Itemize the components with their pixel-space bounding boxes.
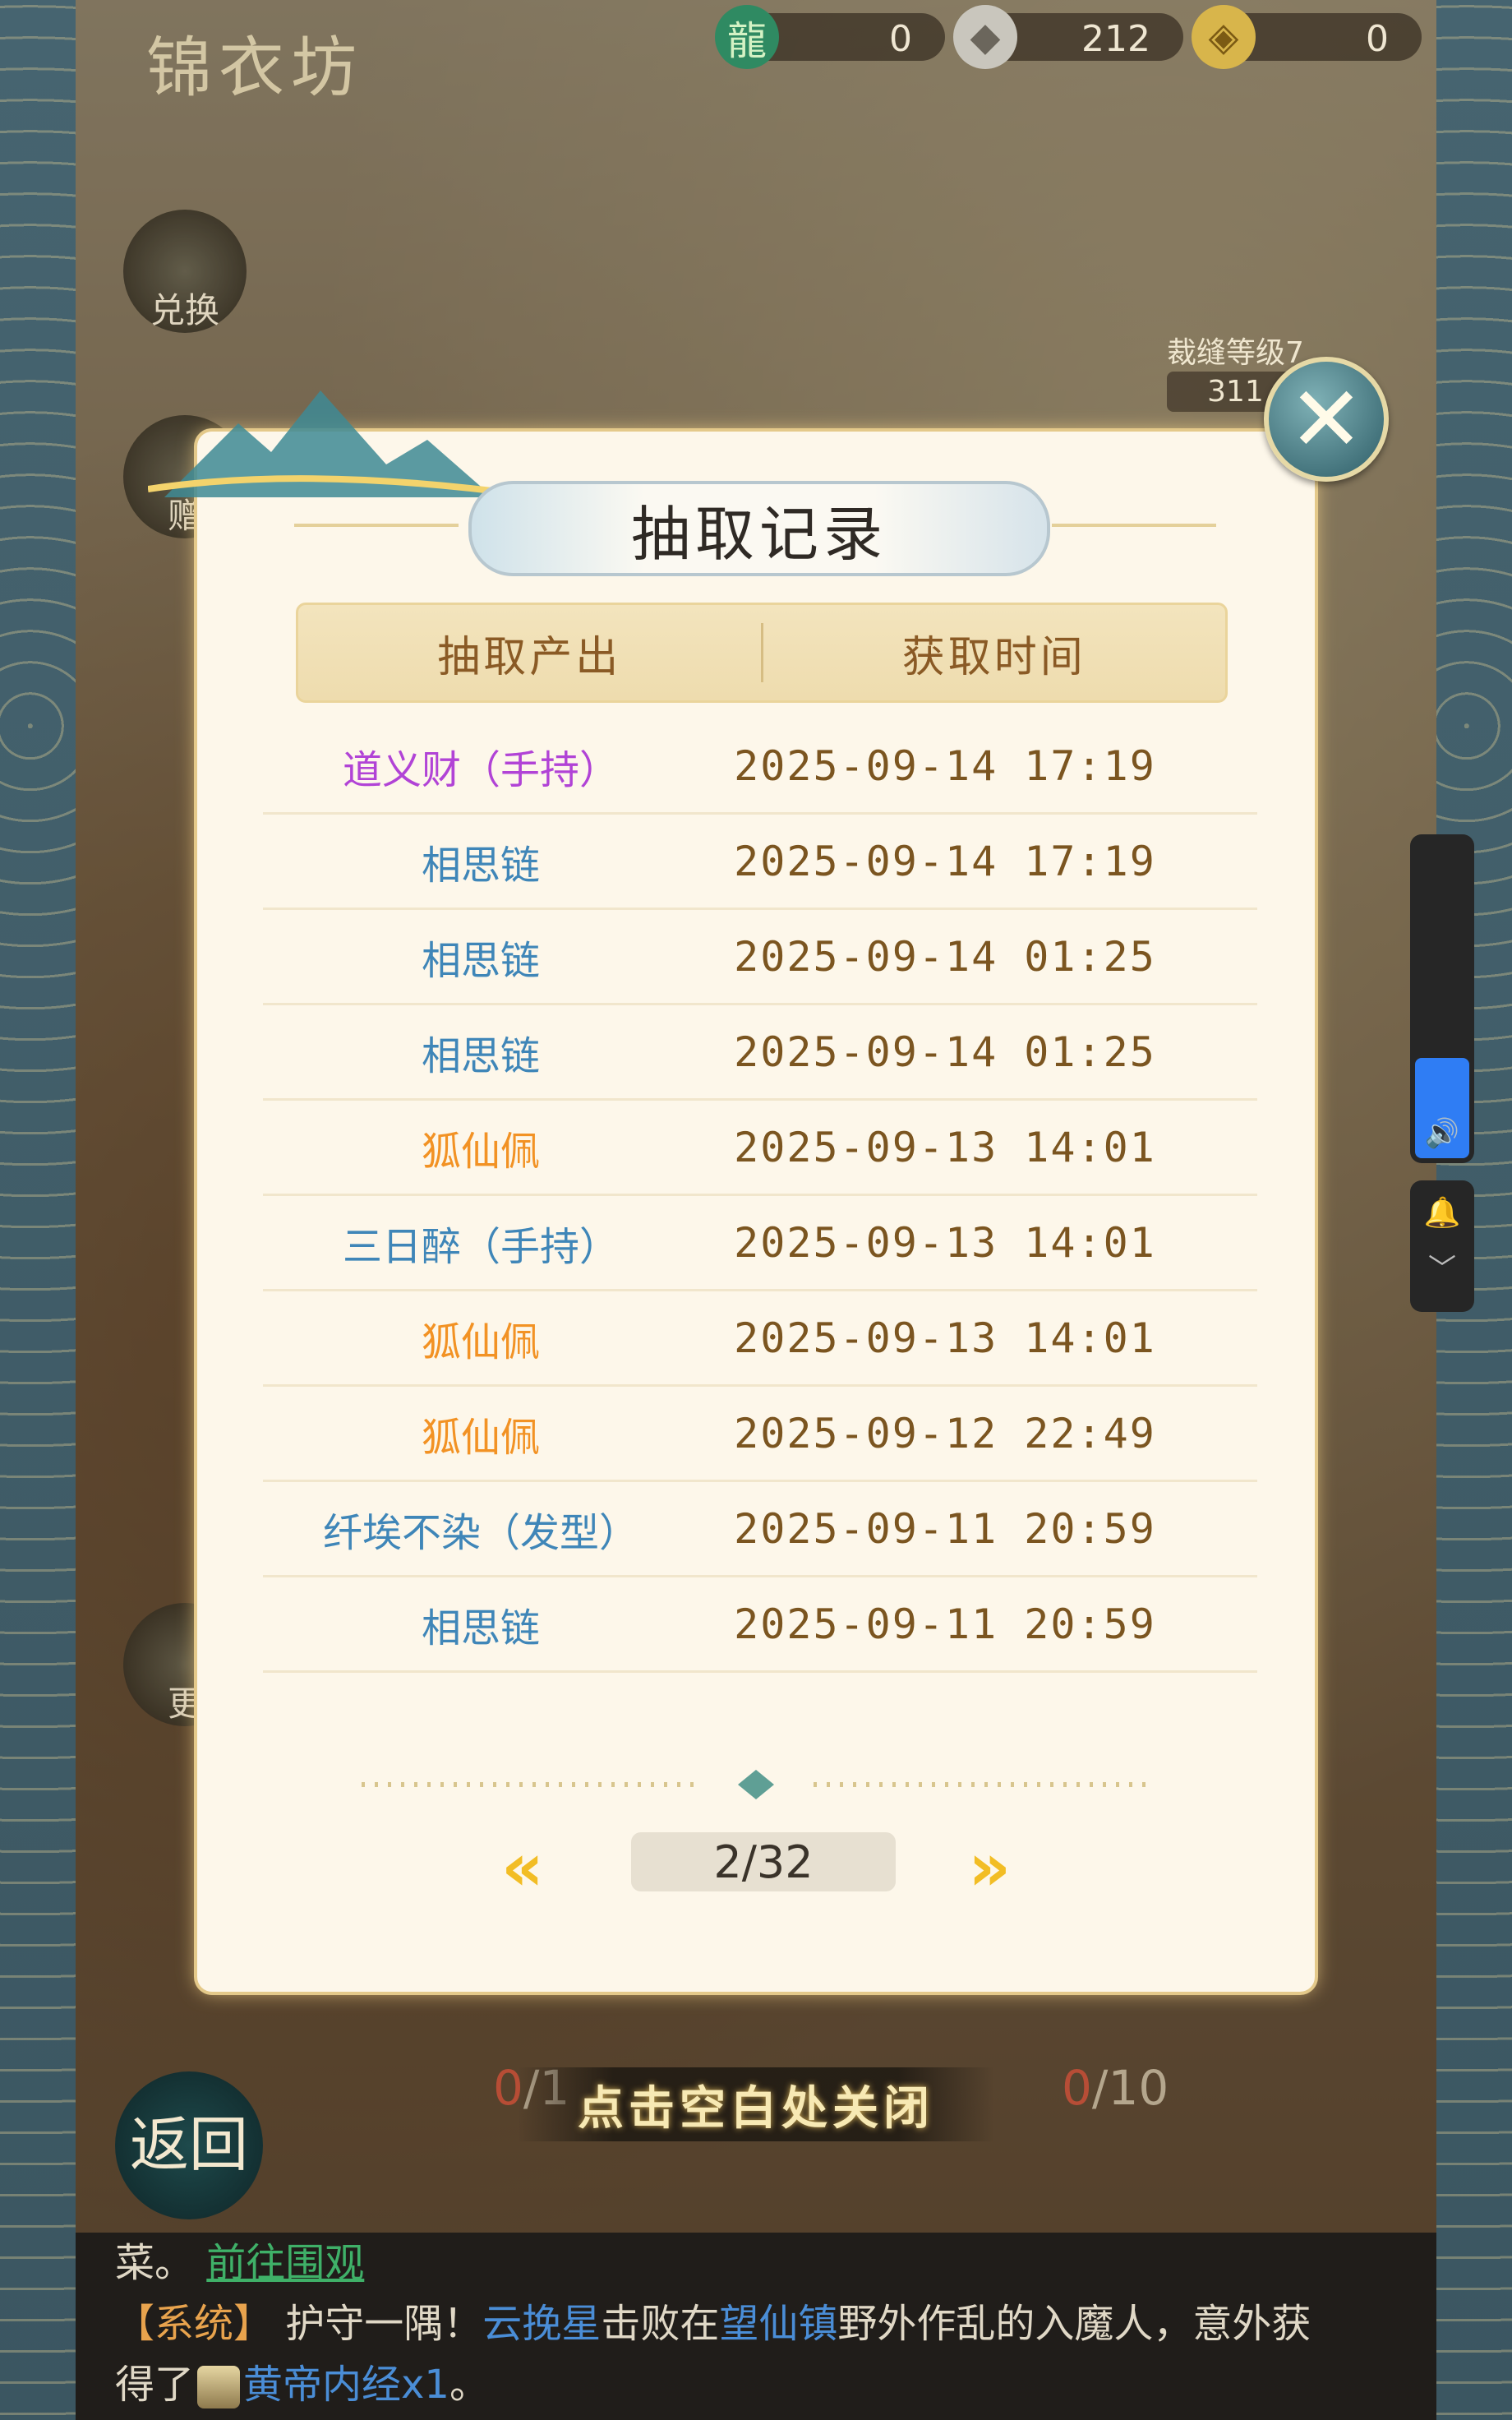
player-name-link[interactable]: 云挽星	[482, 2301, 601, 2347]
tap-to-close-hint[interactable]: 点击空白处关闭	[518, 2067, 994, 2141]
record-item-name: 相思链	[421, 1605, 540, 1651]
currency-bar: 龍 0 ◆ 212 ◈ 0	[715, 5, 1422, 69]
speaker-icon: 🔊	[1424, 1117, 1460, 1150]
currency-value: 0	[1366, 18, 1389, 60]
column-header-item: 抽取产出	[437, 632, 622, 682]
record-row: 相思链 2025-09-14 01:25	[263, 910, 1257, 1005]
chat-text: 得了	[115, 2362, 195, 2408]
record-time: 2025-09-13 14:01	[734, 1314, 1156, 1362]
record-item-name: 狐仙佩	[421, 1319, 540, 1365]
close-dialog-button[interactable]: ✕	[1264, 357, 1389, 482]
left-decorative-frame	[0, 0, 81, 2420]
currency-jade[interactable]: 龍 0	[715, 5, 945, 69]
page-indicator: 2/32	[631, 1832, 896, 1891]
close-icon: ✕	[1288, 367, 1365, 472]
jade-dragon-icon: 龍	[715, 5, 779, 69]
chat-text: 野外作乱的入魔人，意外获	[837, 2301, 1311, 2347]
ten-draw-counter: 0/10	[1062, 2060, 1169, 2116]
record-row: 相思链 2025-09-14 17:19	[263, 815, 1257, 910]
record-row: 狐仙佩 2025-09-13 14:01	[263, 1291, 1257, 1387]
chat-line: 得了 黄帝内经x1。	[115, 2354, 1397, 2415]
gold-token-icon: ◈	[1192, 5, 1256, 69]
record-item-name: 相思链	[421, 842, 540, 889]
record-row: 狐仙佩 2025-09-13 14:01	[263, 1101, 1257, 1196]
chat-text: 击败在	[601, 2301, 720, 2347]
dialog-title-plate: 抽取记录	[468, 481, 1050, 576]
system-tag: 【系统】	[115, 2301, 274, 2347]
draw-record-dialog: 抽取记录 抽取产出 获取时间 道义财（手持） 2025-09-14 17:19 相思…	[148, 390, 1315, 1992]
silver-ingot-icon: ◆	[953, 5, 1017, 69]
dotted-divider	[362, 1770, 1150, 1799]
go-watch-link[interactable]: 前往围观	[206, 2240, 364, 2286]
location-link[interactable]: 望仙镇	[719, 2301, 837, 2347]
volume-slider[interactable]: 🔊	[1410, 834, 1474, 1163]
chat-text: 菜。	[115, 2240, 195, 2286]
counter-total: /10	[1091, 2060, 1169, 2116]
column-header-time: 获取时间	[901, 632, 1086, 682]
bell-icon: 🔔	[1423, 1196, 1461, 1230]
counter-used: 0	[1062, 2060, 1092, 2116]
previous-page-button[interactable]: «	[501, 1829, 544, 1905]
record-time: 2025-09-11 20:59	[734, 1504, 1156, 1553]
record-time: 2025-09-13 14:01	[734, 1123, 1156, 1171]
record-row: 道义财（手持） 2025-09-14 17:19	[263, 719, 1257, 815]
chat-line: 菜。 前往围观	[115, 2233, 1397, 2293]
record-row: 三日醉（手持） 2025-09-13 14:01	[263, 1196, 1257, 1291]
record-row: 相思链 2025-09-11 20:59	[263, 1577, 1257, 1673]
page-title: 锦衣坊	[146, 30, 363, 106]
currency-value: 0	[889, 18, 912, 60]
title-ornament-left	[294, 524, 459, 527]
record-list: 道义财（手持） 2025-09-14 17:19 相思链 2025-09-14 17:…	[263, 719, 1257, 1673]
exchange-label: 兑换	[150, 290, 219, 330]
book-item-icon	[197, 2366, 241, 2408]
record-item-name: 狐仙佩	[421, 1414, 540, 1461]
exchange-button[interactable]: 兑换	[123, 210, 247, 333]
record-row: 相思链 2025-09-14 01:25	[263, 1005, 1257, 1101]
tailor-level-label: 裁缝等级7	[1167, 336, 1304, 370]
record-item-name: 三日醉（手持）	[342, 1223, 619, 1270]
next-page-button[interactable]: »	[968, 1829, 1011, 1905]
record-item-name: 纤埃不染（发型）	[322, 1509, 638, 1556]
record-time: 2025-09-12 22:49	[734, 1409, 1156, 1457]
title-ornament-right	[1052, 524, 1216, 527]
record-time: 2025-09-14 01:25	[734, 1028, 1156, 1076]
chat-line: 【系统】 护守一隅！云挽星击败在望仙镇野外作乱的入魔人，意外获	[115, 2293, 1397, 2354]
currency-silver[interactable]: ◆ 212	[953, 5, 1183, 69]
dialog-title: 抽取记录	[630, 499, 887, 569]
record-row: 狐仙佩 2025-09-12 22:49	[263, 1387, 1257, 1482]
record-item-name: 相思链	[421, 937, 540, 984]
record-table-header: 抽取产出 获取时间	[296, 603, 1228, 703]
record-item-name: 相思链	[421, 1032, 540, 1079]
chat-text: 护守一隅！	[285, 2301, 483, 2347]
record-time: 2025-09-13 14:01	[734, 1218, 1156, 1267]
record-time: 2025-09-11 20:59	[734, 1600, 1156, 1648]
record-item-name: 狐仙佩	[421, 1128, 540, 1175]
chat-panel[interactable]: 菜。 前往围观 【系统】 护守一隅！云挽星击败在望仙镇野外作乱的入魔人，意外获 …	[76, 2233, 1436, 2420]
record-time: 2025-09-14 17:19	[734, 741, 1156, 790]
return-button[interactable]: 返回	[115, 2071, 263, 2219]
item-link[interactable]: 黄帝内经x1	[243, 2362, 449, 2408]
record-time: 2025-09-14 01:25	[734, 932, 1156, 981]
currency-gold[interactable]: ◈ 0	[1192, 5, 1422, 69]
record-time: 2025-09-14 17:19	[734, 837, 1156, 885]
ringer-control[interactable]: 🔔 ﹀	[1410, 1180, 1474, 1312]
pagination: « 2/32 »	[501, 1821, 1011, 1905]
record-row: 纤埃不染（发型） 2025-09-11 20:59	[263, 1482, 1257, 1577]
chat-text: 。	[449, 2362, 489, 2408]
record-item-name: 道义财（手持）	[342, 746, 619, 793]
chevron-down-icon[interactable]: ﹀	[1410, 1246, 1474, 1286]
currency-value: 212	[1081, 18, 1150, 60]
